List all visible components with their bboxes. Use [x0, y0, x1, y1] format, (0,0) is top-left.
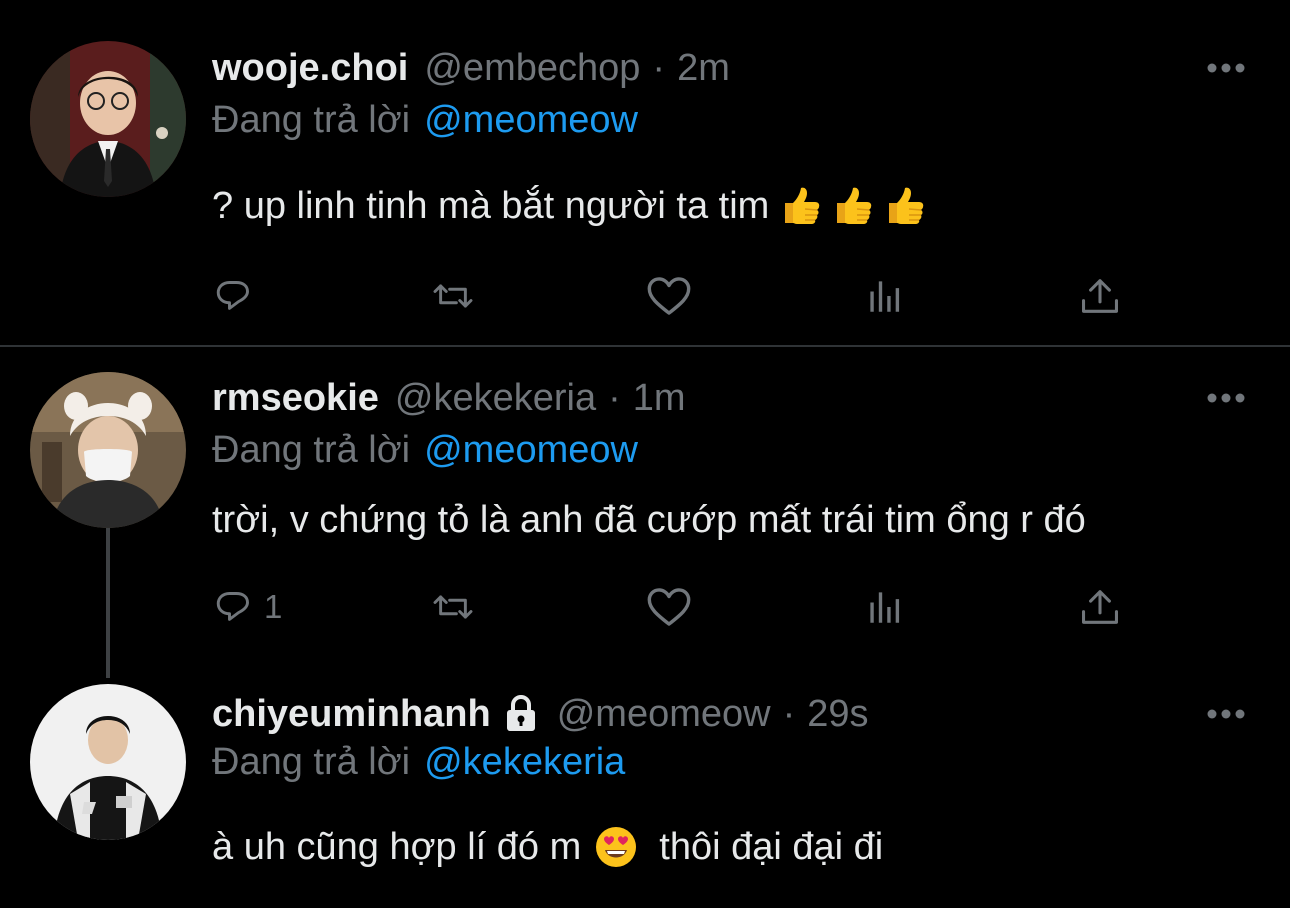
replying-to-handle[interactable]: @meomeow	[424, 99, 638, 142]
replying-to-handle[interactable]: @kekekeria	[424, 741, 625, 784]
tweet-text-before-emoji: à uh cũng hợp lí đó m	[212, 825, 582, 868]
analytics-icon	[870, 281, 900, 312]
tweet-header: rmseokie @kekekeria · 1m	[212, 372, 686, 424]
thumbs-up-emoji-icon	[888, 186, 925, 225]
retweet-button[interactable]	[426, 577, 480, 637]
heart-eyes-emoji-icon	[596, 827, 637, 867]
tweet-text: ? up linh tinh mà bắt người ta tim	[212, 178, 932, 234]
share-button[interactable]	[1080, 577, 1120, 637]
retweet-icon	[433, 284, 473, 308]
reply-button[interactable]	[216, 266, 252, 326]
tweet[interactable]: chiyeuminhanh @meomeow · 29s Đang trả lờ…	[0, 667, 1290, 908]
tweet-text-content: trời, v chứng tỏ là anh đã cướp mất trái…	[212, 498, 1086, 541]
timestamp[interactable]: 1m	[633, 377, 686, 420]
reply-count: 1	[264, 588, 283, 625]
tweet-text: à uh cũng hợp lí đó m thôi đại đại đi	[212, 819, 883, 875]
replying-to-label: Đang trả lời	[212, 740, 411, 783]
like-icon	[647, 277, 691, 315]
user-handle[interactable]: @kekekeria	[395, 377, 596, 420]
tweet-actions: 1	[0, 577, 1290, 637]
user-handle[interactable]: @embechop	[424, 47, 640, 90]
avatar[interactable]	[30, 41, 186, 197]
timestamp[interactable]: 2m	[677, 47, 730, 90]
analytics-icon	[870, 592, 900, 623]
retweet-button[interactable]	[426, 266, 480, 326]
tweet-header: chiyeuminhanh @meomeow · 29s	[212, 688, 869, 740]
replying-to: Đang trả lời @kekekeria	[212, 736, 625, 788]
thumbs-up-emoji-icon	[836, 186, 873, 225]
thumbs-up-emoji-icon	[784, 186, 821, 225]
replying-to: Đang trả lời @meomeow	[212, 94, 638, 146]
replying-to-label: Đang trả lời	[212, 98, 411, 141]
timestamp[interactable]: 29s	[807, 693, 868, 736]
user-handle[interactable]: @meomeow	[557, 693, 771, 736]
separator-dot: ·	[608, 376, 621, 419]
like-button[interactable]	[646, 577, 692, 637]
display-name[interactable]: wooje.choi	[212, 47, 408, 90]
share-icon	[1082, 279, 1118, 313]
reply-button[interactable]: 1	[216, 577, 282, 637]
more-options-icon[interactable]	[1204, 702, 1248, 726]
tweet-text: trời, v chứng tỏ là anh đã cướp mất trái…	[212, 492, 1086, 548]
separator-dot: ·	[782, 692, 796, 735]
replying-to-label: Đang trả lời	[212, 428, 411, 471]
more-options-icon[interactable]	[1204, 56, 1248, 80]
tweet-header: wooje.choi @embechop · 2m	[212, 42, 730, 94]
tweet-text-after-emoji: thôi đại đại đi	[659, 825, 884, 868]
tweet[interactable]: wooje.choi @embechop · 2m Đang trả lời @…	[0, 0, 1290, 345]
analytics-button[interactable]	[866, 577, 904, 637]
replying-to: Đang trả lời @meomeow	[212, 424, 638, 476]
like-button[interactable]	[646, 266, 692, 326]
replying-to-handle[interactable]: @meomeow	[424, 429, 638, 472]
lock-icon	[506, 694, 535, 731]
display-name[interactable]: chiyeuminhanh	[212, 693, 491, 736]
share-icon	[1082, 590, 1118, 624]
reply-icon	[216, 592, 249, 621]
share-button[interactable]	[1080, 266, 1120, 326]
avatar[interactable]	[30, 372, 186, 528]
tweet[interactable]: rmseokie @kekekeria · 1m Đang trả lời @m…	[0, 347, 1290, 667]
analytics-button[interactable]	[866, 266, 904, 326]
reply-icon	[216, 281, 249, 310]
avatar[interactable]	[30, 684, 186, 840]
more-options-icon[interactable]	[1204, 386, 1248, 410]
tweet-text-content: ? up linh tinh mà bắt người ta tim	[212, 184, 770, 227]
tweet-actions	[0, 266, 1290, 326]
like-icon	[647, 588, 691, 626]
display-name[interactable]: rmseokie	[212, 377, 379, 420]
retweet-icon	[433, 595, 473, 619]
separator-dot: ·	[652, 46, 666, 89]
